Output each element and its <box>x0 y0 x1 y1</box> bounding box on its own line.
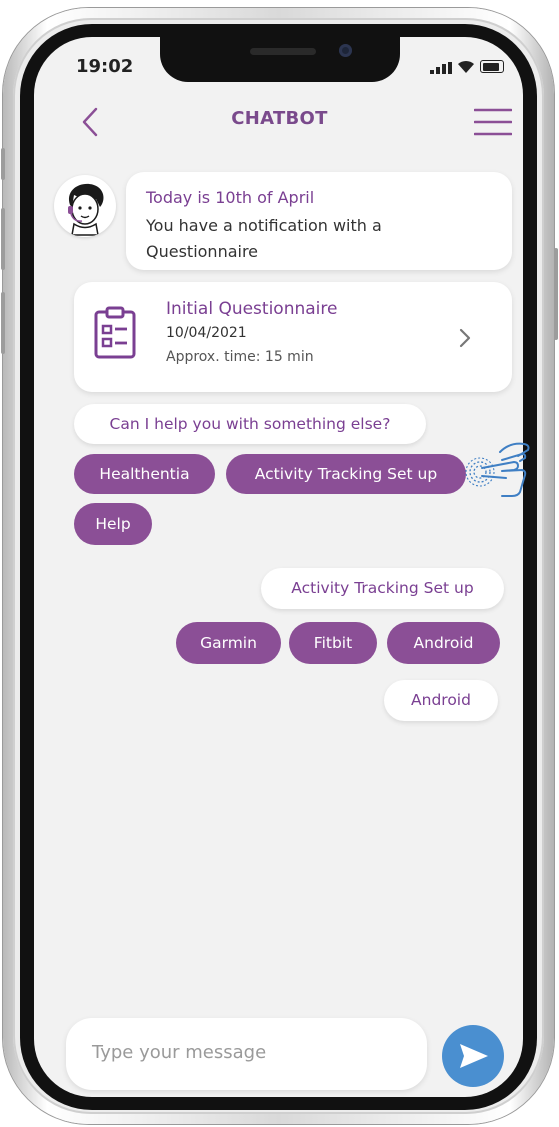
questionnaire-title: Initial Questionnaire <box>166 299 338 319</box>
help-prompt: Can I help you with something else? <box>74 404 426 444</box>
phone-side-button <box>1 208 5 270</box>
front-camera <box>339 44 352 57</box>
option-garmin[interactable]: Garmin <box>176 622 281 664</box>
user-reply-activity-tracking: Activity Tracking Set up <box>261 568 504 609</box>
quick-reply-help[interactable]: Help <box>74 503 152 545</box>
questionnaire-date: 10/04/2021 <box>166 325 247 341</box>
send-icon <box>460 1044 488 1068</box>
phone-side-button <box>554 248 558 340</box>
bot-avatar <box>54 175 116 237</box>
option-fitbit[interactable]: Fitbit <box>289 622 377 664</box>
message-input-placeholder: Type your message <box>92 1042 267 1063</box>
questionnaire-approx-time: Approx. time: 15 min <box>166 349 314 365</box>
bot-message-body: You have a notification with a Questionn… <box>146 216 382 261</box>
bot-message-title: Today is 10th of April <box>146 188 315 207</box>
menu-button[interactable] <box>474 108 512 136</box>
phone-side-button <box>1 292 5 354</box>
send-button[interactable] <box>442 1025 504 1087</box>
quick-reply-healthentia[interactable]: Healthentia <box>74 454 215 494</box>
chatbot-agent-icon <box>68 183 104 236</box>
quick-reply-activity-tracking[interactable]: Activity Tracking Set up <box>226 454 466 494</box>
signal-icon <box>430 62 452 74</box>
speaker <box>250 48 316 55</box>
status-time: 19:02 <box>76 56 134 77</box>
phone-side-button <box>1 148 5 180</box>
user-reply-android: Android <box>384 680 498 721</box>
option-android[interactable]: Android <box>387 622 500 664</box>
tap-hand-icon <box>465 442 530 497</box>
wifi-icon <box>458 60 474 73</box>
notch <box>160 36 400 82</box>
battery-level <box>483 63 499 71</box>
chevron-right-icon[interactable] <box>456 326 474 350</box>
clipboard-icon <box>94 306 136 359</box>
